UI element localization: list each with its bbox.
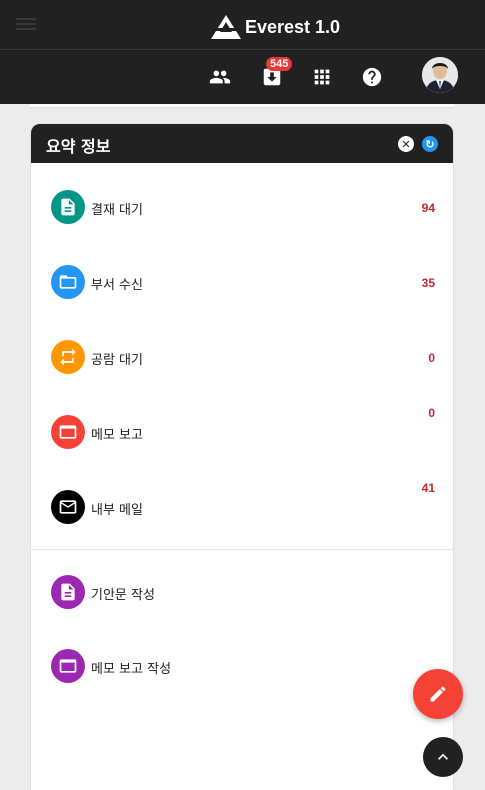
memo-icon [51,649,85,683]
card-title: 요약 정보 [46,137,111,156]
avatar[interactable] [422,57,458,93]
scroll-to-top-button[interactable] [423,737,463,777]
folder-icon [51,265,85,299]
help-icon[interactable] [359,64,385,90]
pencil-icon [430,686,446,702]
action-item-write-memo-report[interactable]: 메모 보고 작성 [51,649,435,685]
summary-card: 요약 정보 ✕ ↻ 결재 대기 94 부서 수신 35 공람 대기 0 메모 보… [30,123,454,790]
document-icon [51,575,85,609]
summary-item-memo-report[interactable]: 메모 보고 0 [51,406,435,451]
item-count: 41 [421,481,435,495]
item-label: 공람 대기 [91,353,143,368]
everest-logo-icon [211,15,241,39]
item-label: 메모 보고 [91,428,143,443]
card-header: 요약 정보 ✕ ↻ [31,124,453,163]
document-icon [51,190,85,224]
apps-grid-icon[interactable] [309,64,335,90]
item-label: 내부 메일 [91,503,143,518]
section-divider [31,549,453,550]
item-label: 메모 보고 작성 [91,662,172,677]
memo-icon [51,415,85,449]
repeat-icon [51,340,85,374]
close-icon[interactable]: ✕ [398,136,414,152]
mail-icon [51,490,85,524]
summary-item-approval-pending[interactable]: 결재 대기 94 [51,190,435,226]
previous-card-edge [30,104,454,108]
app-bar: Everest 1.0 545 [0,0,485,104]
compose-button[interactable] [413,669,463,719]
summary-item-dept-received[interactable]: 부서 수신 35 [51,265,435,301]
action-item-draft-document[interactable]: 기안문 작성 [51,575,435,611]
summary-item-internal-mail[interactable]: 내부 메일 41 [51,481,435,526]
icon-toolbar: 545 [0,50,485,104]
item-label: 결재 대기 [91,203,143,218]
people-icon[interactable] [207,64,233,90]
chevron-up-icon [438,753,448,760]
item-label: 기안문 작성 [91,588,155,603]
menu-icon[interactable] [16,18,36,30]
item-count: 94 [421,201,435,215]
item-label: 부서 수신 [91,278,143,293]
summary-item-circulation-pending[interactable]: 공람 대기 0 [51,340,435,376]
notification-badge: 545 [266,57,293,71]
top-bar: Everest 1.0 [0,0,485,50]
app-title: Everest 1.0 [245,16,341,37]
item-count: 0 [428,406,435,420]
refresh-icon[interactable]: ↻ [422,136,438,152]
brand[interactable]: Everest 1.0 [210,14,340,40]
item-count: 35 [421,276,435,290]
item-count: 0 [428,351,435,365]
